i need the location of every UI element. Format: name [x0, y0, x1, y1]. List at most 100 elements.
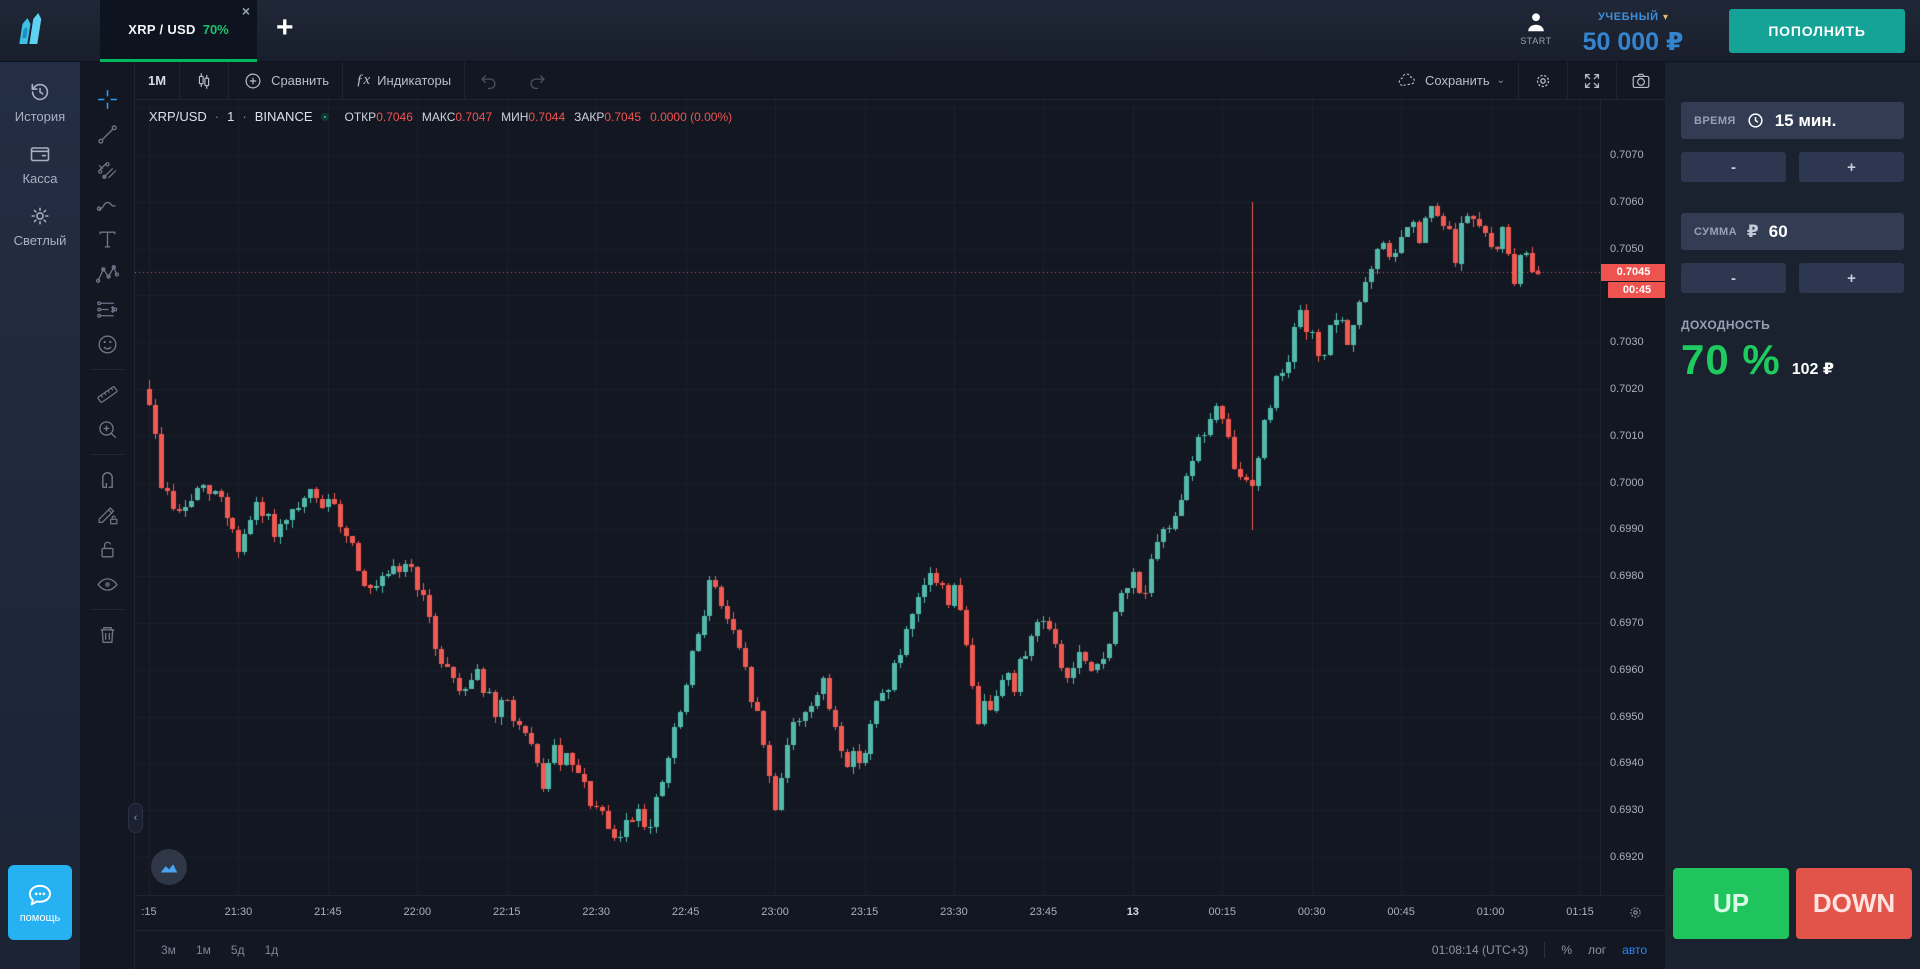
time-axis-label: 23:00: [753, 906, 797, 918]
text-icon[interactable]: [90, 222, 124, 257]
percent-scale-button[interactable]: %: [1561, 943, 1572, 957]
sidebar-item-theme[interactable]: Светлый: [0, 186, 80, 248]
xabcd-pattern-icon[interactable]: [90, 257, 124, 292]
time-axis-label: 13: [1111, 906, 1155, 918]
undo-icon: [478, 70, 500, 92]
amount-plus-button[interactable]: +: [1799, 263, 1904, 293]
maximize-chart-button[interactable]: [151, 849, 187, 885]
range-button[interactable]: 1д: [265, 943, 279, 957]
range-button[interactable]: 3м: [161, 943, 176, 957]
person-icon: [1523, 9, 1549, 35]
indicators-button[interactable]: ƒx Индикаторы: [343, 62, 464, 99]
price-axis-label: 0.6990: [1610, 523, 1644, 535]
range-buttons: 3м 1м 5д 1д: [161, 943, 278, 957]
balance-block[interactable]: УЧЕБНЫЙ ▾ 50 000 ₽: [1568, 7, 1698, 57]
wallet-icon: [28, 142, 52, 166]
time-axis-label: 00:15: [1200, 906, 1244, 918]
redo-icon: [526, 70, 548, 92]
time-minus-button[interactable]: -: [1681, 152, 1786, 182]
time-select[interactable]: ВРЕМЯ 15 мин.: [1681, 102, 1904, 139]
trade-panel: ВРЕМЯ 15 мин. - + СУММА ₽ 60 - + ДОХОДНО…: [1665, 62, 1920, 969]
sidebar-item-label: История: [15, 109, 65, 124]
account-mode[interactable]: УЧЕБНЫЙ: [1598, 11, 1659, 23]
brush-icon[interactable]: [90, 187, 124, 222]
amount-minus-button[interactable]: -: [1681, 263, 1786, 293]
drawing-mode-lock-icon[interactable]: [90, 497, 124, 532]
mountain-icon: [158, 856, 180, 878]
trend-line-icon[interactable]: [90, 117, 124, 152]
compare-button[interactable]: Сравнить: [229, 62, 342, 99]
range-button[interactable]: 5д: [231, 943, 245, 957]
time-axis[interactable]: :1521:3021:4522:0022:1522:3022:4523:0023…: [135, 895, 1665, 930]
time-value: 15 мин.: [1775, 111, 1837, 131]
ruler-icon[interactable]: [90, 377, 124, 412]
redo-button[interactable]: [513, 62, 561, 99]
zoom-in-icon[interactable]: [90, 412, 124, 447]
price-axis[interactable]: 0.70700.70600.70500.70300.70200.70100.70…: [1600, 100, 1665, 895]
tab-symbol: XRP / USD: [128, 22, 195, 37]
price-axis-label: 0.6930: [1610, 804, 1644, 816]
log-scale-button[interactable]: лог: [1588, 943, 1606, 957]
clock-icon: [1746, 111, 1765, 130]
auto-scale-button[interactable]: авто: [1622, 943, 1647, 957]
clock-utc[interactable]: 01:08:14 (UTC+3): [1432, 943, 1528, 957]
interval-button[interactable]: 1М: [135, 62, 179, 99]
help-button[interactable]: помощь: [8, 865, 72, 940]
legend-exchange: BINANCE: [255, 109, 313, 124]
camera-icon: [1630, 70, 1652, 92]
range-button[interactable]: 1м: [196, 943, 211, 957]
time-plus-button[interactable]: +: [1799, 152, 1904, 182]
lock-all-icon[interactable]: [90, 532, 124, 567]
remove-all-icon[interactable]: [90, 617, 124, 652]
fullscreen-button[interactable]: [1568, 62, 1616, 99]
account-balance: 50 000 ₽: [1568, 27, 1698, 57]
tab-close-icon[interactable]: ×: [242, 4, 250, 18]
legend-symbol[interactable]: XRP/USD: [149, 109, 207, 124]
gann-fan-icon[interactable]: [90, 152, 124, 187]
chart-legend: XRP/USD · 1 · BINANCE ОТКР0.7046 МАКС0.7…: [149, 109, 732, 124]
time-axis-label: 22:00: [395, 906, 439, 918]
cloud-icon: [1396, 70, 1418, 92]
save-layout-button[interactable]: Сохранить ⌄: [1383, 62, 1518, 99]
time-axis-label: 21:45: [306, 906, 350, 918]
sidebar-item-cashier[interactable]: Касса: [0, 124, 80, 186]
tab-xrp-usd[interactable]: XRP / USD 70% ×: [100, 0, 257, 62]
up-button[interactable]: UP: [1673, 868, 1789, 939]
hide-all-icon[interactable]: [90, 567, 124, 602]
fx-icon: ƒx: [356, 72, 370, 89]
collapse-panel-handle[interactable]: ‹: [128, 803, 143, 833]
legend-ohlc: ОТКР0.7046 МАКС0.7047 МИН0.7044 ЗАКР0.70…: [345, 110, 733, 124]
deposit-button[interactable]: ПОПОЛНИТЬ: [1729, 9, 1905, 53]
fullscreen-icon: [1581, 70, 1603, 92]
tab-payout: 70%: [203, 22, 229, 37]
time-axis-label: 00:45: [1379, 906, 1423, 918]
emoji-icon[interactable]: [90, 327, 124, 362]
payout-block: ДОХОДНОСТЬ 70 % 102 ₽: [1681, 318, 1904, 384]
sidebar-item-history[interactable]: История: [0, 62, 80, 124]
start-label: START: [1512, 36, 1560, 46]
drawing-toolbar: [80, 62, 135, 969]
add-tab-button[interactable]: +: [276, 11, 294, 45]
time-axis-settings-button[interactable]: [1627, 904, 1644, 921]
down-button[interactable]: DOWN: [1796, 868, 1912, 939]
price-axis-label: 0.6940: [1610, 757, 1644, 769]
magnet-icon[interactable]: [90, 462, 124, 497]
amount-input[interactable]: СУММА ₽ 60: [1681, 213, 1904, 250]
chart-region: 1М Сравнить ƒx Индикаторы Сохранить ⌄: [135, 62, 1665, 969]
crosshair-icon[interactable]: [90, 82, 124, 117]
expiry-countdown-tag: 00:45: [1608, 282, 1666, 298]
price-axis-label: 0.6970: [1610, 617, 1644, 629]
chart-settings-button[interactable]: [1519, 62, 1567, 99]
undo-button[interactable]: [465, 62, 513, 99]
snapshot-button[interactable]: [1617, 62, 1665, 99]
price-axis-label: 0.6950: [1610, 711, 1644, 723]
price-axis-label: 0.7000: [1610, 477, 1644, 489]
candlestick-chart-canvas[interactable]: [135, 100, 1600, 895]
market-status-icon: [321, 113, 329, 121]
history-icon: [28, 80, 52, 104]
gear-icon: [1532, 70, 1554, 92]
long-short-position-icon[interactable]: [90, 292, 124, 327]
current-price-tag: 0.7045: [1601, 264, 1666, 281]
chart-style-button[interactable]: [180, 62, 228, 99]
start-profile-button[interactable]: START: [1512, 9, 1560, 46]
